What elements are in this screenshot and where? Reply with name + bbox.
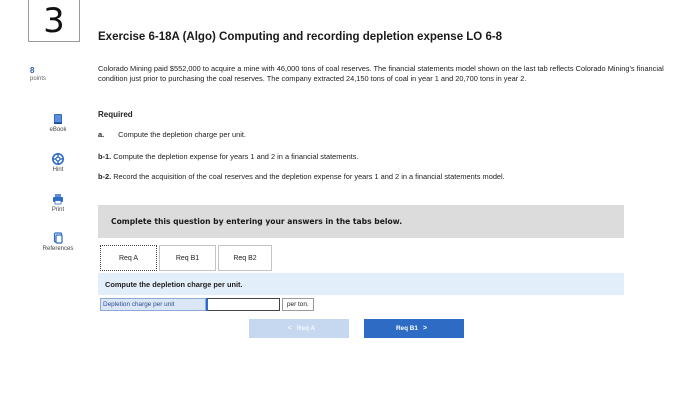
tab-bar: Req A Req B1 Req B2 xyxy=(100,245,274,271)
chevron-right-icon: > xyxy=(422,325,428,332)
required-item-b2: b-2. Record the acquisition of the coal … xyxy=(98,172,505,181)
references-icon xyxy=(53,232,63,244)
references-button[interactable]: References xyxy=(36,232,80,252)
chevron-left-icon: < xyxy=(287,325,292,332)
hint-button[interactable]: Hint xyxy=(36,153,80,173)
required-item-tag: b-1. xyxy=(98,152,112,161)
question-number: 3 xyxy=(28,0,80,42)
required-heading: Required xyxy=(98,110,133,119)
lifebuoy-icon xyxy=(52,153,64,165)
answer-unit: per ton. xyxy=(282,298,314,311)
hint-label: Hint xyxy=(52,167,64,173)
tab-panel-header: Compute the depletion charge per unit. xyxy=(98,273,624,295)
next-button-label: Req B1 xyxy=(395,325,418,332)
exercise-intro: Colorado Mining paid $552,000 to acquire… xyxy=(98,64,664,83)
tab-panel-prompt: Compute the depletion charge per unit. xyxy=(105,279,243,289)
ebook-button[interactable]: eBook xyxy=(36,113,80,133)
tab-req-b2[interactable]: Req B2 xyxy=(218,245,272,271)
book-icon xyxy=(54,114,62,124)
required-item-text: Record the acquisition of the coal reser… xyxy=(113,172,505,181)
answer-row: Depletion charge per unit per ton. xyxy=(100,298,314,311)
prev-req-a-button[interactable]: < Req A xyxy=(249,319,349,338)
instruction-text: Complete this question by entering your … xyxy=(111,217,403,226)
tab-req-a[interactable]: Req A xyxy=(100,245,157,271)
ebook-label: eBook xyxy=(49,127,67,133)
points-label: points xyxy=(30,76,47,82)
required-item-tag: a. xyxy=(98,130,105,139)
points-value: 8 xyxy=(30,66,35,75)
next-req-b1-button[interactable]: Req B1 > xyxy=(364,319,464,338)
references-label: References xyxy=(42,246,74,252)
printer-icon xyxy=(53,194,63,205)
instruction-banner: Complete this question by entering your … xyxy=(98,205,624,238)
required-item-text: Compute the depletion charge per unit. xyxy=(118,130,246,139)
tab-req-b1[interactable]: Req B1 xyxy=(159,245,216,271)
required-item-b1: b-1. Compute the depletion expense for y… xyxy=(98,152,358,161)
depletion-charge-input[interactable] xyxy=(206,298,280,311)
required-item-a: a. Compute the depletion charge per unit. xyxy=(98,130,246,139)
required-item-tag: b-2. xyxy=(98,172,112,181)
print-label: Print xyxy=(51,207,65,213)
print-button[interactable]: Print xyxy=(36,193,80,213)
required-item-text: Compute the depletion expense for years … xyxy=(113,152,359,161)
depletion-charge-label: Depletion charge per unit xyxy=(100,298,206,311)
prev-button-label: Req A xyxy=(296,325,316,332)
exercise-title: Exercise 6-18A (Algo) Computing and reco… xyxy=(98,31,503,43)
points-indicator: 8 points xyxy=(30,66,54,82)
